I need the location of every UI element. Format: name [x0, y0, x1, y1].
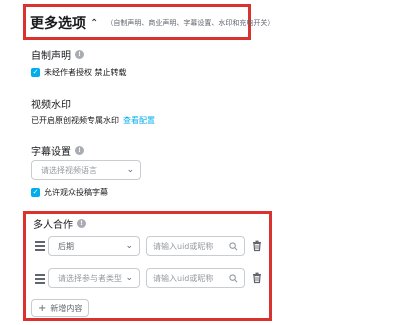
chevron-down-icon: ⌄	[125, 273, 133, 283]
allow-subtitle-label: 允许观众投稿字幕	[44, 188, 108, 197]
chevron-up-icon[interactable]: ⌃	[90, 18, 98, 29]
collab-uid-placeholder: 请输入uid或昵称	[153, 273, 214, 283]
collab-uid-input[interactable]: 请输入uid或昵称	[146, 236, 245, 256]
chevron-down-icon: ⌄	[125, 241, 133, 251]
declaration-label-text: 自制声明	[31, 51, 71, 62]
collab-label-text: 多人合作	[33, 220, 73, 231]
help-icon[interactable]: !	[75, 50, 84, 59]
declaration-label: 自制声明 !	[31, 47, 84, 62]
allow-subtitle-checkbox-row[interactable]: ✓ 允许观众投稿字幕	[31, 187, 108, 198]
collab-uid-placeholder: 请输入uid或昵称	[153, 241, 214, 251]
drag-handle-icon[interactable]	[35, 241, 45, 253]
collab-role-select[interactable]: 请选择参与者类型 ⌄	[48, 268, 140, 288]
more-options-header[interactable]: 更多选项 ⌃ （自制声明、商业声明、字幕设置、水印和充电开关）	[30, 13, 274, 33]
subtitles-label-text: 字幕设置	[31, 147, 71, 158]
help-icon[interactable]: !	[75, 146, 84, 155]
collab-role-placeholder: 请选择参与者类型	[58, 273, 122, 283]
watermark-label: 视频水印	[31, 96, 71, 111]
collab-role-select[interactable]: 后期 ⌄	[48, 236, 140, 256]
add-collaborator-label: 新增内容	[50, 303, 83, 313]
subtitle-language-placeholder: 请选择视频语言	[41, 165, 97, 175]
watermark-status-text: 已开启原创视频专属水印	[31, 116, 119, 125]
declaration-checkbox-row[interactable]: ✓ 未经作者授权 禁止转载	[31, 67, 127, 78]
more-options-subtitle: （自制声明、商业声明、字幕设置、水印和充电开关）	[106, 19, 275, 27]
search-icon	[229, 241, 238, 250]
plus-icon: +	[38, 302, 47, 314]
checkbox-checked-icon[interactable]: ✓	[31, 68, 40, 77]
chevron-down-icon: ⌄	[126, 165, 134, 175]
trash-icon[interactable]	[251, 240, 263, 252]
collab-uid-input[interactable]: 请输入uid或昵称	[146, 268, 245, 288]
subtitle-language-select[interactable]: 请选择视频语言 ⌄	[31, 160, 141, 180]
collab-label: 多人合作 !	[33, 216, 86, 231]
watermark-label-text: 视频水印	[31, 100, 71, 111]
more-options-title: 更多选项	[30, 16, 86, 32]
search-icon	[229, 273, 238, 282]
checkbox-checked-icon[interactable]: ✓	[31, 188, 40, 197]
subtitles-label: 字幕设置 !	[31, 143, 84, 158]
watermark-config-link[interactable]: 查看配置	[123, 116, 155, 125]
trash-icon[interactable]	[251, 272, 263, 284]
add-collaborator-button[interactable]: + 新增内容	[31, 299, 90, 317]
watermark-status: 已开启原创视频专属水印 查看配置	[31, 115, 155, 126]
collab-role-value: 后期	[58, 241, 74, 251]
declaration-checkbox-label: 未经作者授权 禁止转载	[44, 68, 127, 77]
drag-handle-icon[interactable]	[35, 274, 45, 286]
help-icon[interactable]: !	[77, 219, 86, 228]
